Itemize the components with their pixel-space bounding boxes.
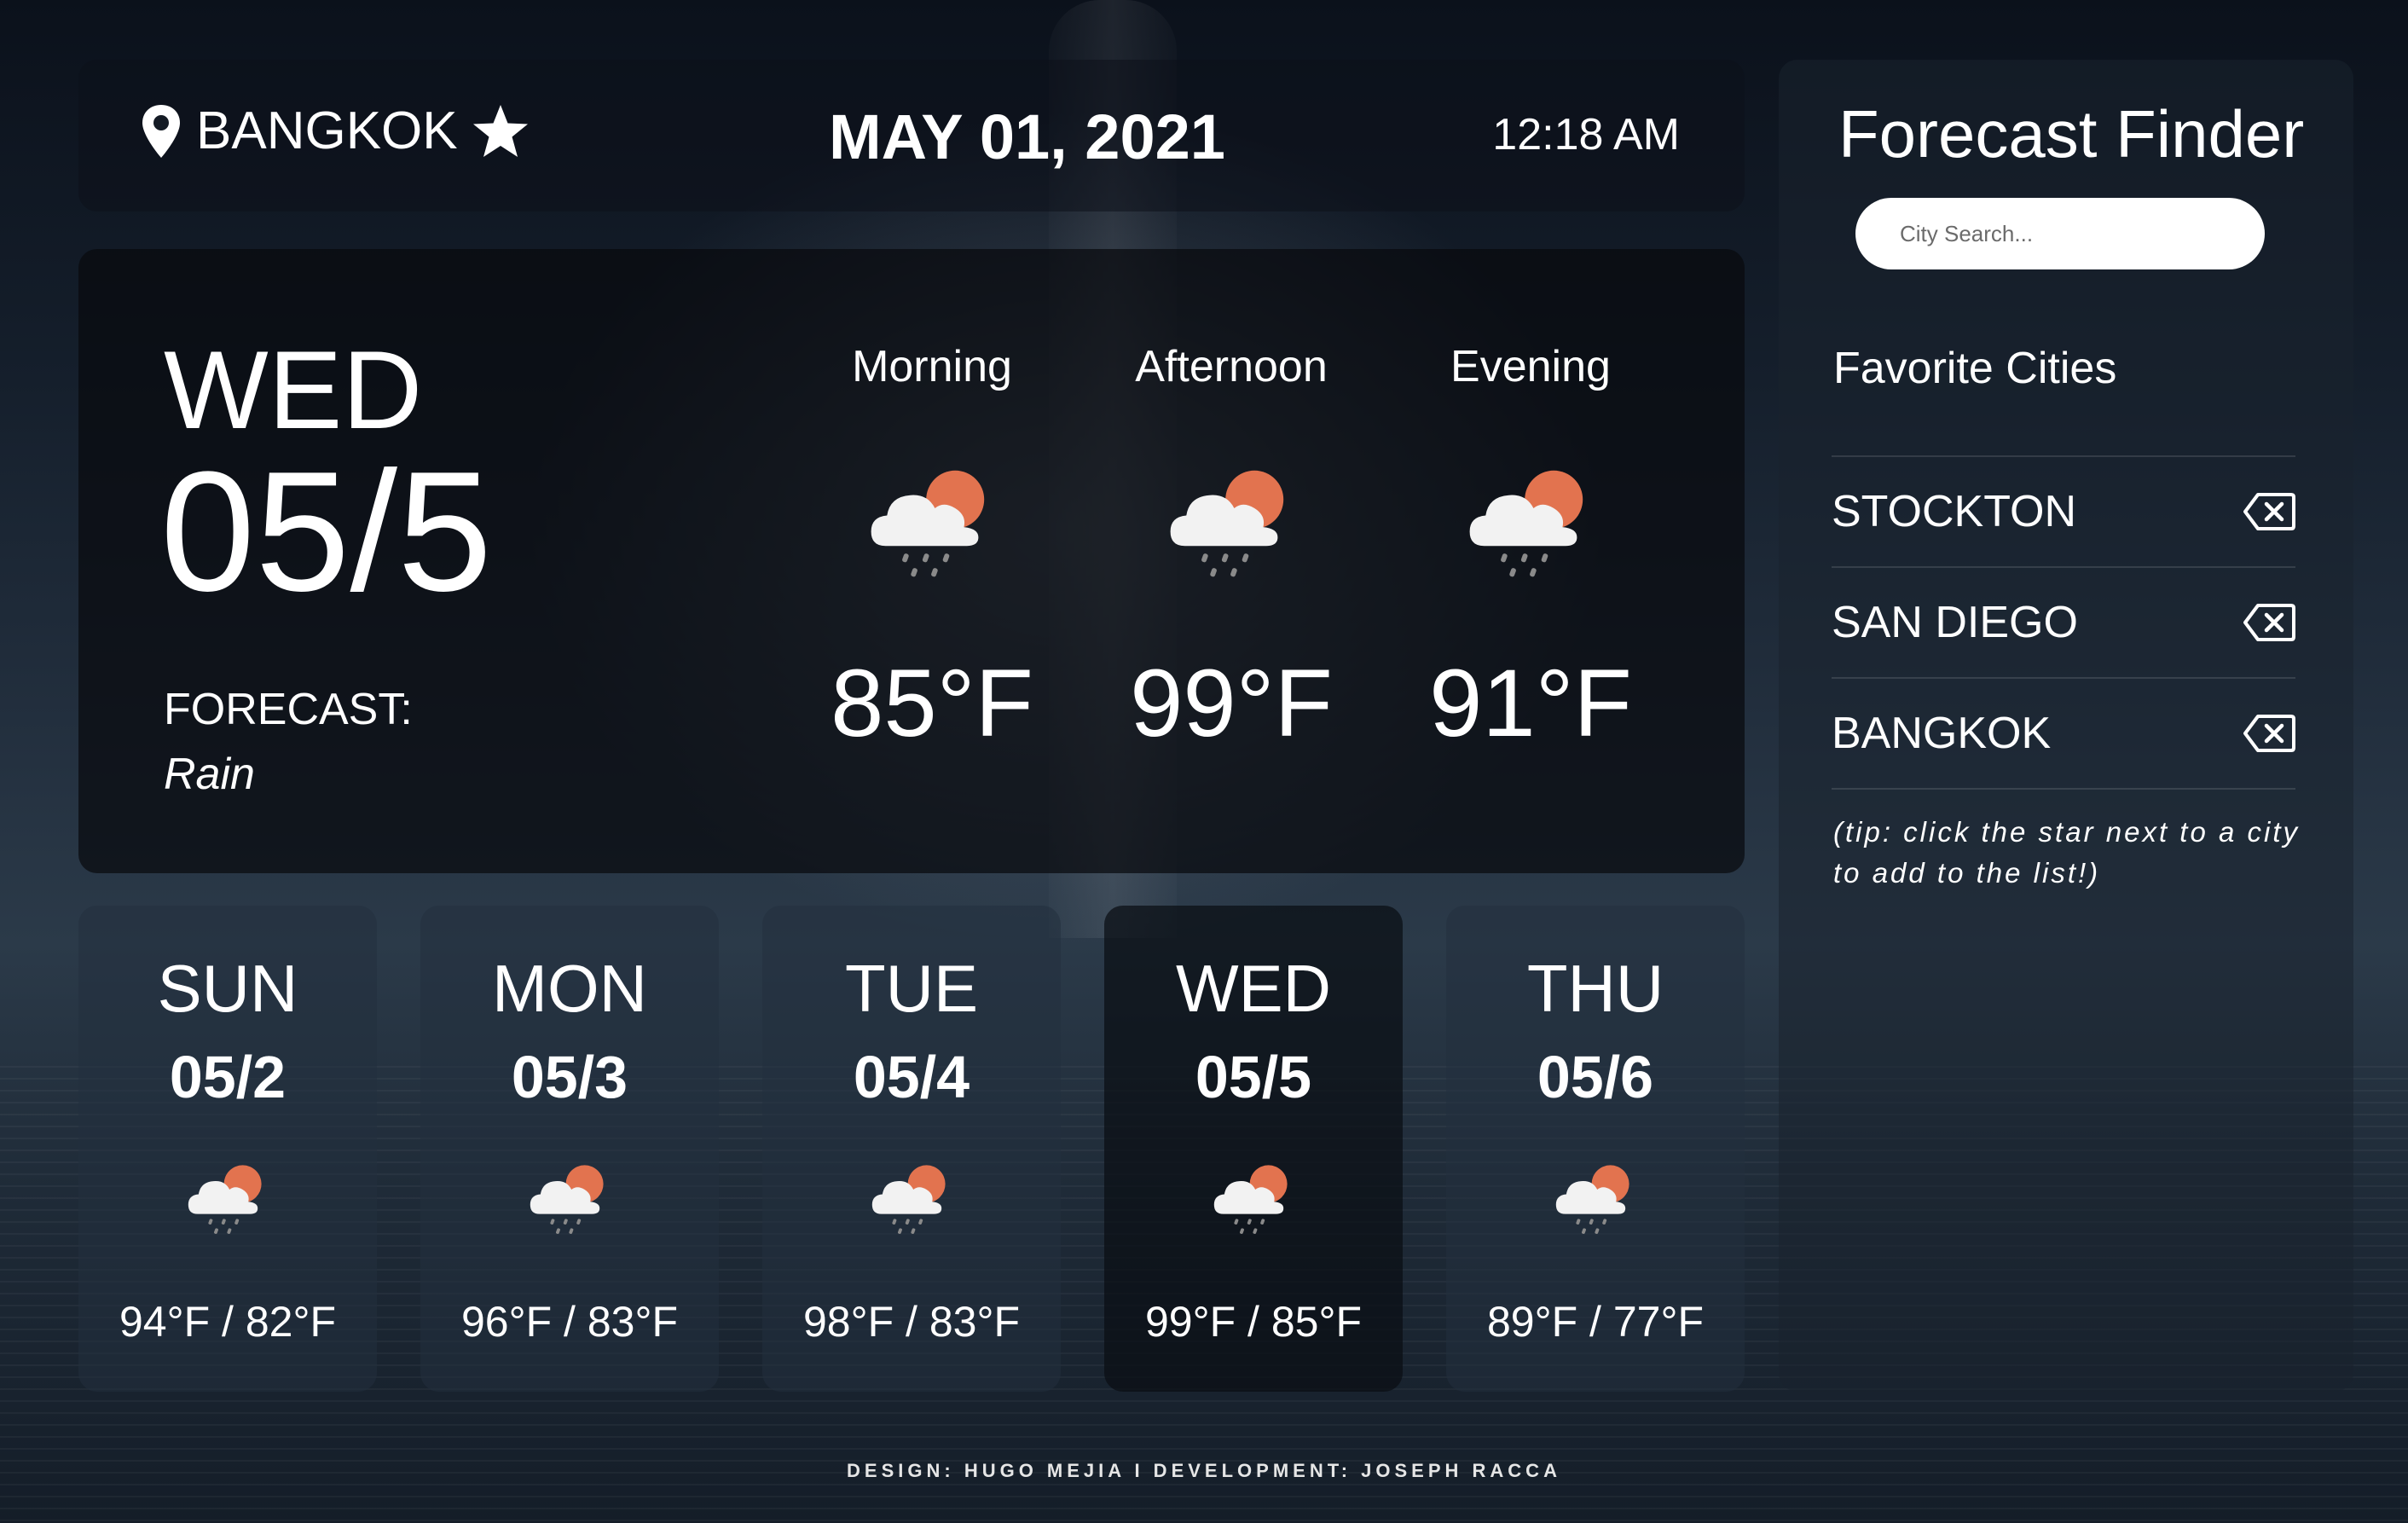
rain-cloud-sun-icon	[1458, 450, 1603, 595]
day-card-temps: 96°F / 83°F	[461, 1298, 678, 1346]
selected-day-forecast: WED 05/5 FORECAST: Rain Morning 85°F Aft…	[78, 249, 1745, 873]
period-temp: 85°F	[831, 650, 1033, 756]
day-card-wed[interactable]: WED 05/5 99°F / 85°F	[1104, 906, 1403, 1392]
day-card-date: 05/6	[1537, 1044, 1654, 1110]
star-icon[interactable]	[472, 103, 530, 159]
rain-cloud-sun-icon	[1548, 1152, 1642, 1246]
period-label: Afternoon	[1135, 342, 1328, 391]
rain-cloud-sun-icon	[181, 1152, 275, 1246]
favorites-heading: Favorite Cities	[1833, 344, 2117, 393]
rain-cloud-sun-icon	[1207, 1152, 1300, 1246]
day-card-temps: 94°F / 82°F	[119, 1298, 336, 1346]
tip-text: (tip: click the star next to a city to a…	[1833, 816, 2300, 889]
day-card-date: 05/3	[511, 1044, 628, 1110]
forecast-label: FORECAST:	[164, 685, 413, 734]
delete-backspace-icon[interactable]	[2243, 603, 2295, 642]
day-card-date: 05/4	[853, 1044, 970, 1110]
day-card-tue[interactable]: TUE 05/4 98°F / 83°F	[762, 906, 1061, 1392]
day-card-temps: 99°F / 85°F	[1145, 1298, 1362, 1346]
day-card-sun[interactable]: SUN 05/2 94°F / 82°F	[78, 906, 377, 1392]
favorite-city-item[interactable]: STOCKTON	[1832, 457, 2295, 568]
period-temp: 91°F	[1429, 650, 1632, 756]
day-card-date: 05/2	[169, 1044, 287, 1110]
period-morning: Morning 85°F	[791, 341, 1073, 758]
day-card-temps: 89°F / 77°F	[1487, 1298, 1704, 1346]
favorite-city-name: SAN DIEGO	[1832, 598, 2078, 647]
sidebar: Forecast Finder Favorite Cities STOCKTON…	[1779, 60, 2353, 1392]
selected-day-date: 05/5	[160, 437, 493, 627]
day-card-thu[interactable]: THU 05/6 89°F / 77°F	[1446, 906, 1745, 1392]
day-card-name: WED	[1176, 951, 1331, 1026]
header-bar: BANGKOK MAY 01, 2021 12:18 AM	[78, 60, 1745, 211]
period-afternoon: Afternoon 99°F	[1091, 341, 1372, 758]
day-card-name: THU	[1526, 951, 1664, 1026]
footer-credits: DESIGN: HUGO MEJIA I DEVELOPMENT: JOSEPH…	[847, 1460, 1561, 1481]
day-card-temps: 98°F / 83°F	[803, 1298, 1020, 1346]
period-temp: 99°F	[1130, 650, 1333, 756]
location-pin-icon	[142, 104, 180, 158]
delete-backspace-icon[interactable]	[2243, 714, 2295, 753]
period-evening: Evening 91°F	[1390, 341, 1671, 758]
city-search-input[interactable]	[1855, 198, 2265, 269]
rain-cloud-sun-icon	[860, 450, 1004, 595]
period-label: Evening	[1450, 342, 1611, 391]
app-title: Forecast Finder	[1838, 96, 2305, 171]
forecast-value: Rain	[164, 750, 255, 799]
rain-cloud-sun-icon	[865, 1152, 958, 1246]
rain-cloud-sun-icon	[1159, 450, 1304, 595]
current-city-name: BANGKOK	[196, 101, 458, 160]
selected-day-name: WED	[164, 327, 423, 452]
period-label: Morning	[852, 342, 1012, 391]
current-time: 12:18 AM	[1492, 110, 1680, 159]
favorite-city-name: STOCKTON	[1832, 487, 2077, 536]
rain-cloud-sun-icon	[523, 1152, 616, 1246]
day-card-date: 05/5	[1195, 1044, 1312, 1110]
delete-backspace-icon[interactable]	[2243, 492, 2295, 531]
current-date: MAY 01, 2021	[829, 101, 1225, 172]
favorite-city-name: BANGKOK	[1832, 709, 2052, 758]
day-card-name: MON	[492, 951, 647, 1026]
favorite-city-item[interactable]: BANGKOK	[1832, 679, 2295, 790]
day-card-mon[interactable]: MON 05/3 96°F / 83°F	[420, 906, 719, 1392]
favorite-city-item[interactable]: SAN DIEGO	[1832, 568, 2295, 679]
current-city: BANGKOK	[140, 101, 530, 161]
day-card-name: SUN	[157, 951, 298, 1026]
favorites-list: STOCKTON SAN DIEGO BANGKOK	[1832, 455, 2295, 790]
day-card-name: TUE	[845, 951, 978, 1026]
